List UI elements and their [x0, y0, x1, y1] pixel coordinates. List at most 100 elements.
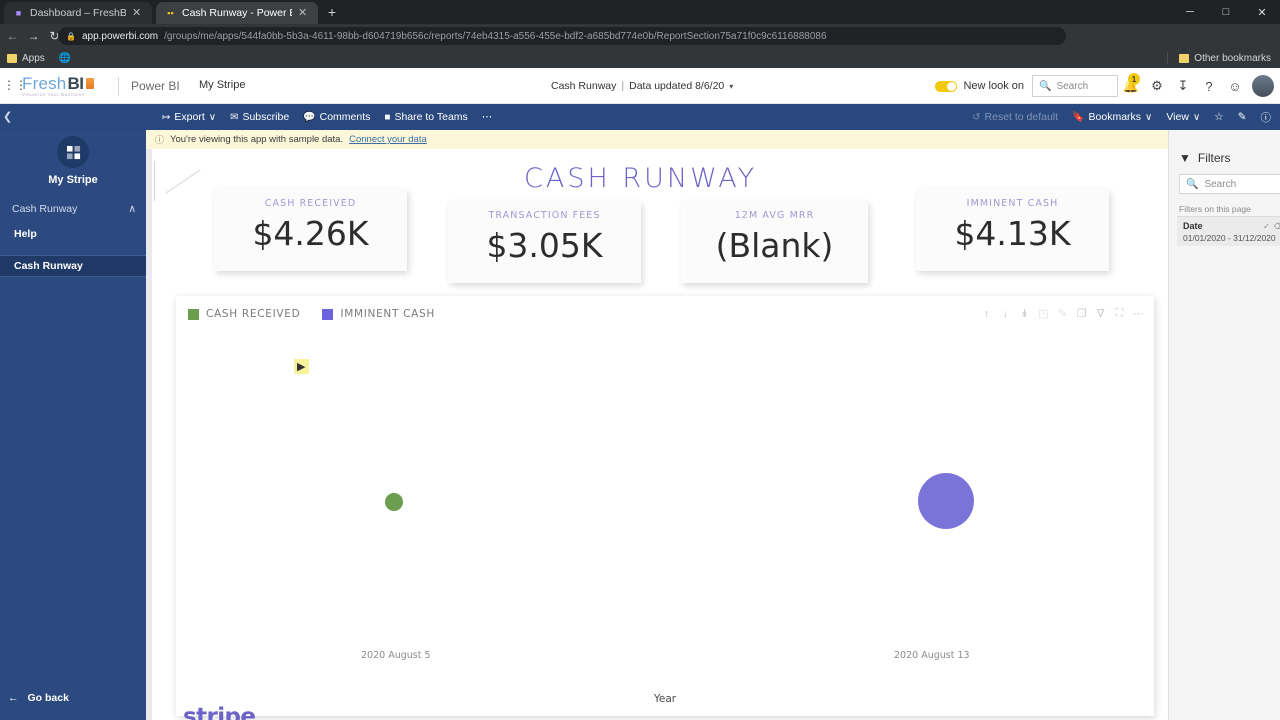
- powerbi-icon: ▪▪: [167, 8, 174, 18]
- sidebar-item-help[interactable]: Help: [0, 223, 146, 245]
- close-icon[interactable]: ✕: [132, 7, 141, 19]
- app-launcher-icon[interactable]: ⋮⋮: [3, 79, 27, 93]
- lock-icon: 🔒: [66, 31, 76, 41]
- header-right-controls: New look on 🔍 Search 🔔 1 ⚙ ↧ ? ☺: [935, 68, 1280, 104]
- clear-filter-icon[interactable]: ⌫: [1274, 222, 1280, 231]
- help-icon[interactable]: ?: [1196, 68, 1222, 104]
- expand-all-icon[interactable]: ↡: [1015, 304, 1034, 323]
- drill-up-icon[interactable]: ↑: [977, 304, 996, 323]
- favorite-star-icon[interactable]: ☆: [1207, 104, 1230, 130]
- browser-tab-dashboard[interactable]: ■ Dashboard – FreshBI LLC – Stripe ✕: [4, 2, 152, 24]
- new-tab-button[interactable]: +: [322, 4, 342, 22]
- kpi-card-cash-received[interactable]: CASH RECEIVED $4.26K: [214, 189, 407, 271]
- view-label: View: [1166, 111, 1189, 123]
- browser-tab-cash-runway[interactable]: ▪▪ Cash Runway - Power BI ✕: [156, 2, 318, 24]
- legend-label: CASH RECEIVED: [206, 308, 301, 320]
- edit-pencil-icon[interactable]: ✎: [1231, 104, 1254, 130]
- browser-navbar: ← → ↻ 🔒 app.powerbi.com /groups/me/apps/…: [0, 24, 1280, 69]
- filters-section-label: Filters on this page: [1179, 204, 1251, 214]
- bookmark-globe[interactable]: 🌐: [52, 48, 78, 68]
- browser-tabstrip: ■ Dashboard – FreshBI LLC – Stripe ✕ ▪▪ …: [0, 0, 1280, 24]
- drill-mode-icon[interactable]: ◳: [1034, 304, 1053, 323]
- action-bar-left: ↦ Export ∨ ✉ Subscribe 💬 Comments ■ Shar…: [155, 104, 499, 130]
- data-point-imminent-cash[interactable]: [918, 473, 974, 529]
- x-axis-tick-label: 2020 August 13: [894, 650, 970, 661]
- minimize-button[interactable]: ─: [1172, 0, 1208, 24]
- kpi-card-transaction-fees[interactable]: TRANSACTION FEES $3.05K: [448, 201, 641, 283]
- legend-item-imminent-cash[interactable]: IMMINENT CASH: [322, 308, 435, 320]
- download-icon[interactable]: ↧: [1170, 68, 1196, 104]
- close-icon[interactable]: ✕: [298, 7, 307, 19]
- stripe-app-icon: [57, 136, 89, 168]
- stripe-icon: ■: [15, 8, 22, 18]
- powerbi-product-label[interactable]: Power BI: [131, 79, 180, 93]
- export-label: Export: [174, 111, 205, 123]
- divider: [1167, 52, 1169, 64]
- mail-icon: ✉: [230, 111, 239, 123]
- filter-card-name: Date: [1183, 221, 1203, 231]
- logo-tagline: Visualize Your Business: [22, 91, 85, 97]
- data-updated-label: Data updated 8/6/20: [629, 80, 725, 92]
- chart-plot-area[interactable]: ▶ 2020 August 5 2020 August 13: [176, 330, 1154, 678]
- kpi-card-12m-avg-mrr[interactable]: 12M AVG MRR (Blank): [681, 201, 868, 283]
- forward-icon[interactable]: →: [23, 25, 44, 47]
- share-to-teams-button[interactable]: ■ Share to Teams: [377, 104, 474, 130]
- address-bar[interactable]: 🔒 app.powerbi.com /groups/me/apps/544fa0…: [58, 27, 1066, 45]
- filters-title: Filters: [1197, 151, 1231, 165]
- other-bookmarks-button[interactable]: Other bookmarks: [1172, 48, 1278, 68]
- filter-card-date[interactable]: Date 01/01/2020 - 31/12/2020 ✓ ⌫: [1177, 216, 1280, 246]
- freshbi-logo[interactable]: Fresh BI Visualize Your Business: [22, 73, 95, 99]
- search-input[interactable]: 🔍 Search: [1032, 75, 1118, 97]
- feedback-icon[interactable]: ☺: [1222, 68, 1248, 104]
- settings-icon[interactable]: ⚙: [1144, 68, 1170, 104]
- filter-icon[interactable]: ∇: [1091, 304, 1110, 323]
- sidebar-item-cash-runway[interactable]: Cash Runway: [0, 255, 146, 277]
- kpi-card-imminent-cash[interactable]: IMMINENT CASH $4.13K: [916, 189, 1109, 271]
- legend-item-cash-received[interactable]: CASH RECEIVED: [188, 308, 300, 320]
- connect-your-data-link[interactable]: Connect your data: [349, 134, 427, 145]
- focus-mode-icon[interactable]: ⛶: [1110, 304, 1129, 323]
- filters-search-input[interactable]: 🔍 Search: [1179, 174, 1280, 194]
- info-icon[interactable]: ⓘ: [1254, 104, 1279, 130]
- comments-button[interactable]: 💬 Comments: [296, 104, 377, 130]
- breadcrumb-report-name[interactable]: Cash Runway: [551, 80, 616, 92]
- check-icon[interactable]: ✓: [1263, 222, 1270, 231]
- collapse-nav-icon[interactable]: ❮: [3, 110, 12, 123]
- user-avatar[interactable]: [1252, 75, 1274, 97]
- bubble-chart-visual[interactable]: CASH RECEIVED IMMINENT CASH ↑ ↓ ↡ ◳ ✎ ❐ …: [176, 296, 1154, 716]
- filters-pane-header: ▼ Filters: [1179, 151, 1231, 165]
- decor-line: [154, 161, 155, 201]
- kpi-value: $3.05K: [486, 226, 603, 265]
- search-icon: 🔍: [1186, 178, 1199, 190]
- mouse-cursor-icon: ▶: [297, 361, 306, 373]
- copy-icon[interactable]: ❐: [1072, 304, 1091, 323]
- search-placeholder: Search: [1204, 178, 1237, 190]
- view-button[interactable]: View ∨: [1159, 104, 1207, 130]
- personalize-icon[interactable]: ✎: [1053, 304, 1072, 323]
- more-options-button[interactable]: ⋯: [475, 104, 500, 130]
- more-options-icon[interactable]: ⋯: [1129, 304, 1148, 323]
- back-icon[interactable]: ←: [2, 25, 23, 47]
- go-back-button[interactable]: ← Go back: [0, 688, 146, 708]
- bookmark-label: Apps: [22, 52, 45, 64]
- share-to-teams-label: Share to Teams: [394, 111, 468, 123]
- left-navigation-pane: My Stripe Cash Runway ∧ Help Cash Runway…: [0, 130, 146, 720]
- new-look-toggle[interactable]: [935, 80, 958, 92]
- kpi-label: 12M AVG MRR: [734, 210, 815, 221]
- drill-down-icon[interactable]: ↓: [996, 304, 1015, 323]
- export-button[interactable]: ↦ Export ∨: [155, 104, 223, 130]
- banner-text: You're viewing this app with sample data…: [170, 134, 344, 145]
- bookmark-apps[interactable]: Apps: [0, 48, 52, 68]
- notifications-icon[interactable]: 🔔 1: [1118, 68, 1144, 104]
- search-placeholder: Search: [1056, 80, 1089, 92]
- maximize-button[interactable]: □: [1208, 0, 1244, 24]
- subscribe-button[interactable]: ✉ Subscribe: [223, 104, 296, 130]
- chevron-down-icon[interactable]: ▾: [729, 82, 733, 91]
- data-point-cash-received[interactable]: [385, 493, 403, 511]
- chart-legend: CASH RECEIVED IMMINENT CASH: [188, 308, 435, 320]
- reset-to-default-button[interactable]: ↺ Reset to default: [965, 104, 1065, 130]
- app-name-label[interactable]: My Stripe: [199, 79, 245, 91]
- bookmarks-button[interactable]: 🔖 Bookmarks ∨: [1065, 104, 1159, 130]
- close-window-button[interactable]: ✕: [1244, 0, 1280, 24]
- nav-section-header[interactable]: Cash Runway ∧: [0, 198, 146, 220]
